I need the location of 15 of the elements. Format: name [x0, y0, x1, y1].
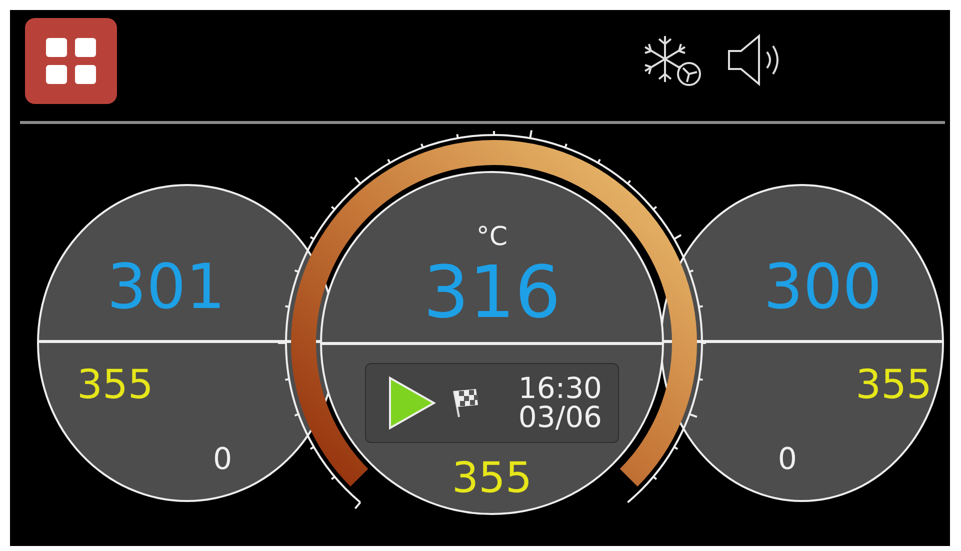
- menu-button[interactable]: [25, 18, 117, 104]
- reading-value: 0: [213, 445, 232, 475]
- play-icon[interactable]: [388, 376, 436, 430]
- reading-value: 0: [778, 445, 797, 475]
- temperature-value: 300: [764, 256, 882, 318]
- setpoint-value: 355: [452, 457, 532, 499]
- end-time: 16:30: [518, 374, 602, 403]
- checkered-flag-icon: [450, 387, 480, 419]
- setpoint-value: 355: [77, 365, 154, 405]
- end-date: 03/06: [518, 403, 602, 432]
- setpoint-value: 355: [856, 365, 932, 405]
- unit-label: °C: [476, 224, 508, 250]
- grid-icon: [45, 36, 97, 84]
- temperature-value: 301: [107, 256, 226, 318]
- temperature-value: 316: [423, 256, 561, 328]
